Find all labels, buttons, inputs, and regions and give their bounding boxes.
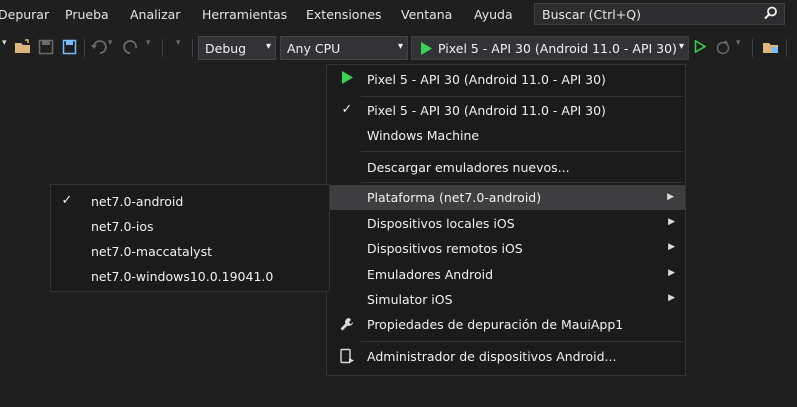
undo-icon[interactable] bbox=[90, 39, 108, 58]
menu-item-ios-remote-devices[interactable]: Dispositivos remotos iOS ▶ bbox=[327, 236, 685, 261]
menu-item-label: Simulator iOS bbox=[367, 292, 453, 307]
menu-item-label: Pixel 5 - API 30 (Android 11.0 - API 30) bbox=[367, 72, 606, 87]
menu-item-ios-local-devices[interactable]: Dispositivos locales iOS ▶ bbox=[327, 211, 685, 236]
save-icon[interactable] bbox=[38, 39, 54, 58]
chevron-down-icon[interactable]: ▾ bbox=[736, 38, 741, 48]
menu-item-pixel5-run[interactable]: Pixel 5 - API 30 (Android 11.0 - API 30) bbox=[327, 67, 685, 92]
play-icon bbox=[339, 71, 355, 87]
menu-depurar[interactable]: Depurar bbox=[0, 7, 49, 22]
chevron-down-icon[interactable]: ▾ bbox=[108, 38, 113, 48]
chevron-down-icon: ▾ bbox=[265, 41, 271, 52]
submenu-item-net7-android[interactable]: ✓ net7.0-android bbox=[51, 189, 329, 214]
toolbar: ▾ ▾ ▾ ▾ Debug ▾ Any CPU ▾ Pixel 5 - API … bbox=[0, 30, 797, 66]
debug-target-button[interactable]: Pixel 5 - API 30 (Android 11.0 - API 30)… bbox=[411, 36, 689, 60]
debug-target-label: Pixel 5 - API 30 (Android 11.0 - API 30) bbox=[438, 41, 677, 56]
toolbar-separator bbox=[192, 39, 193, 57]
submenu-item-net7-windows[interactable]: net7.0-windows10.0.19041.0 bbox=[51, 264, 329, 289]
device-manager-icon bbox=[339, 348, 355, 364]
toolbar-separator bbox=[786, 39, 787, 57]
toolbar-separator bbox=[162, 39, 163, 57]
wrench-icon bbox=[339, 316, 355, 332]
menu-item-download-emulators[interactable]: Descargar emuladores nuevos... bbox=[327, 155, 685, 180]
menu-separator bbox=[361, 96, 683, 97]
menu-item-label: Dispositivos locales iOS bbox=[367, 216, 515, 231]
chevron-down-icon[interactable]: ▾ bbox=[176, 38, 181, 48]
hot-reload-icon[interactable] bbox=[716, 39, 732, 58]
chevron-right-icon: ▶ bbox=[667, 192, 674, 202]
checkmark-icon: ✓ bbox=[61, 193, 73, 208]
submenu-item-label: net7.0-maccatalyst bbox=[91, 244, 212, 259]
menu-prueba[interactable]: Prueba bbox=[65, 7, 109, 22]
menu-item-debug-properties[interactable]: Propiedades de depuración de MauiApp1 bbox=[327, 312, 685, 337]
platform-submenu: ✓ net7.0-android net7.0-ios net7.0-macca… bbox=[50, 184, 330, 292]
menu-item-android-device-manager[interactable]: Administrador de dispositivos Android... bbox=[327, 344, 685, 369]
menu-item-platform[interactable]: Plataforma (net7.0-android) ▶ bbox=[327, 185, 685, 210]
menu-ventana[interactable]: Ventana bbox=[401, 7, 452, 22]
chevron-down-icon: ▾ bbox=[397, 41, 403, 52]
menu-item-label: Dispositivos remotos iOS bbox=[367, 241, 523, 256]
search-placeholder: Buscar (Ctrl+Q) bbox=[542, 7, 641, 22]
menu-item-pixel5-selected[interactable]: ✓ Pixel 5 - API 30 (Android 11.0 - API 3… bbox=[327, 98, 685, 123]
chevron-right-icon: ▶ bbox=[668, 217, 675, 227]
menu-item-ios-simulator[interactable]: Simulator iOS ▶ bbox=[327, 287, 685, 312]
menu-ayuda[interactable]: Ayuda bbox=[474, 7, 513, 22]
platform-dropdown[interactable]: Any CPU ▾ bbox=[280, 36, 408, 60]
menu-item-label: Descargar emuladores nuevos... bbox=[367, 160, 570, 175]
configuration-label: Debug bbox=[205, 41, 247, 56]
menu-separator bbox=[361, 341, 683, 342]
menu-separator bbox=[361, 182, 683, 183]
chevron-right-icon: ▶ bbox=[668, 293, 675, 303]
submenu-item-label: net7.0-android bbox=[91, 194, 184, 209]
checkmark-icon: ✓ bbox=[341, 102, 353, 117]
redo-icon[interactable] bbox=[122, 39, 140, 58]
start-without-debugging-icon[interactable] bbox=[694, 39, 707, 56]
chevron-down-icon[interactable]: ▾ bbox=[146, 38, 151, 48]
menu-extensiones[interactable]: Extensiones bbox=[306, 7, 382, 22]
chevron-right-icon: ▶ bbox=[668, 242, 675, 252]
menu-item-label: Windows Machine bbox=[367, 128, 480, 143]
menu-item-label: Propiedades de depuración de MauiApp1 bbox=[367, 317, 624, 332]
menu-bar: Depurar Prueba Analizar Herramientas Ext… bbox=[0, 0, 797, 30]
menu-item-label: Plataforma (net7.0-android) bbox=[367, 190, 542, 205]
chevron-down-icon: ▾ bbox=[678, 41, 684, 52]
toolbar-separator bbox=[752, 39, 753, 57]
platform-label: Any CPU bbox=[287, 41, 341, 56]
browse-folder-icon[interactable] bbox=[762, 39, 780, 58]
search-icon[interactable] bbox=[764, 6, 778, 23]
play-icon bbox=[420, 42, 432, 58]
menu-analizar[interactable]: Analizar bbox=[130, 7, 180, 22]
menu-herramientas[interactable]: Herramientas bbox=[202, 7, 287, 22]
chevron-right-icon: ▶ bbox=[668, 268, 675, 278]
configuration-dropdown[interactable]: Debug ▾ bbox=[198, 36, 276, 60]
open-folder-icon[interactable] bbox=[14, 39, 32, 58]
menu-item-label: Administrador de dispositivos Android... bbox=[367, 349, 617, 364]
submenu-item-net7-maccatalyst[interactable]: net7.0-maccatalyst bbox=[51, 239, 329, 264]
chevron-down-icon[interactable]: ▾ bbox=[2, 38, 7, 48]
debug-target-dropdown: Pixel 5 - API 30 (Android 11.0 - API 30)… bbox=[326, 64, 686, 376]
toolbar-separator bbox=[84, 39, 85, 57]
menu-item-windows-machine[interactable]: Windows Machine bbox=[327, 123, 685, 148]
editor-area: Pixel 5 - API 30 (Android 11.0 - API 30)… bbox=[0, 64, 797, 407]
submenu-item-net7-ios[interactable]: net7.0-ios bbox=[51, 214, 329, 239]
submenu-item-label: net7.0-windows10.0.19041.0 bbox=[91, 269, 274, 284]
menu-item-label: Pixel 5 - API 30 (Android 11.0 - API 30) bbox=[367, 103, 606, 118]
save-all-icon[interactable] bbox=[60, 39, 78, 58]
menu-item-label: Emuladores Android bbox=[367, 267, 494, 282]
search-box[interactable]: Buscar (Ctrl+Q) bbox=[534, 3, 785, 25]
menu-separator bbox=[361, 151, 683, 152]
menu-item-android-emulators[interactable]: Emuladores Android ▶ bbox=[327, 262, 685, 287]
submenu-item-label: net7.0-ios bbox=[91, 219, 154, 234]
